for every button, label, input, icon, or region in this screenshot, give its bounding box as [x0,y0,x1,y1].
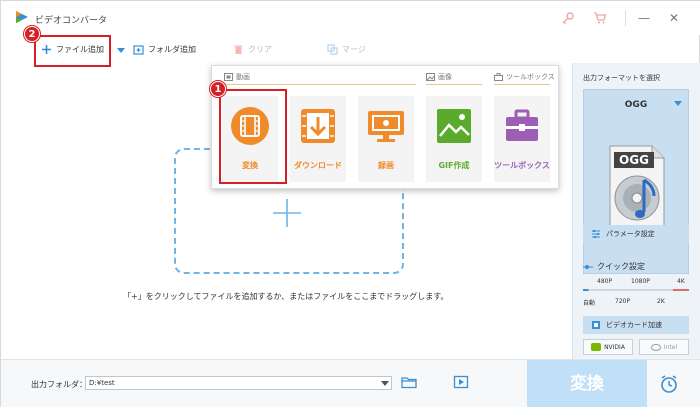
category-video-underline [224,84,416,85]
tile-record[interactable]: 録画 [358,96,414,182]
cart-icon[interactable] [593,11,607,25]
category-toolbox-underline [494,84,550,85]
key-icon[interactable] [561,11,575,25]
tile-gif-maker[interactable]: GIF作成 [426,96,482,182]
clear-label: クリア [248,44,272,54]
output-browse-icon[interactable] [453,375,469,389]
merge-button[interactable]: マージ [327,41,366,57]
tile-toolbox-label: ツールボックス [494,161,550,170]
highlight-add-file [34,35,111,67]
download-icon [301,109,335,143]
parameter-settings-button[interactable]: パラメータ設定 [583,225,689,243]
category-image-underline [426,84,482,85]
intel-logo-icon [650,343,661,351]
quality-4k: 4K [677,278,685,285]
gpu-acceleration-label: ビデオカード加速 [606,321,662,329]
gpu-icon [592,321,600,329]
quality-2k: 2K [657,298,665,305]
tile-gif-maker-label: GIF作成 [438,161,470,170]
trash-icon [234,45,243,54]
nvidia-label: NVIDIA [604,343,625,351]
app-window: ビデオコンバータ — ✕ ファイル追加 フォルダ追加 クリア マージ 「+」をク… [0,0,700,407]
format-dropdown-icon[interactable] [674,101,682,106]
add-folder-button[interactable]: フォルダ追加 [133,41,196,57]
app-title: ビデオコンバータ [35,16,108,26]
video-category-icon [224,73,233,81]
quality-480p: 480P [597,278,613,285]
category-video-label: 動画 [236,73,250,81]
app-logo-icon [16,11,28,23]
gif-image-icon [437,109,471,143]
tile-toolbox[interactable]: ツールボックス [494,96,550,182]
category-video: 動画 [224,72,250,82]
tile-download-label: ダウンロード [294,161,342,170]
format-name: OGG [624,100,648,110]
step-badge-1: 1 [210,81,226,97]
quick-settings-text: クイック設定 [597,262,645,271]
nvidia-chip[interactable]: NVIDIA [583,339,633,355]
convert-button[interactable]: 変換 [527,360,647,407]
title-divider [625,10,626,26]
merge-label: マージ [342,44,366,54]
intel-label: Intel [663,343,678,351]
clear-button[interactable]: クリア [233,41,272,57]
minimize-button[interactable]: — [635,9,653,27]
sliders-icon [592,230,600,238]
image-category-icon [426,73,435,81]
alarm-clock-icon[interactable] [659,374,679,394]
add-folder-label: フォルダ追加 [148,44,196,54]
folder-add-icon [133,44,144,55]
merge-icon [327,43,338,55]
format-selector[interactable]: OGG OGG [583,89,689,274]
open-folder-icon[interactable] [401,375,417,389]
close-button[interactable]: ✕ [665,9,683,27]
output-format-title: 出力フォーマットを選択 [583,74,660,82]
nvidia-logo-icon [591,343,602,351]
category-image: 画像 [426,72,452,82]
output-folder-label: 出力フォルダ： [31,380,87,389]
toolbox-icon [506,109,538,141]
gpu-acceleration-button[interactable]: ビデオカード加速 [583,316,689,334]
add-file-dropdown-icon[interactable] [117,48,125,53]
highlight-convert-tile [219,89,287,184]
quality-720p: 720P [615,298,631,305]
quality-auto: 自動 [583,300,596,307]
category-toolbox: ツールボックス [494,72,555,82]
tile-record-label: 録画 [378,161,394,170]
drop-hint-text: 「+」をクリックしてファイルを追加するか、またはファイルをここまでドラッグします… [123,292,449,301]
bottom-bar: 出力フォルダ： D:¥test 変換 [1,359,700,407]
output-format-panel: 出力フォーマットを選択 OGG OGG パラメータ設定 クイック設定 480P … [572,63,700,359]
tile-download[interactable]: ダウンロード [290,96,346,182]
quick-settings-icon [583,264,593,269]
quality-slider[interactable] [583,289,689,291]
ogg-art-label: OGG [619,153,649,167]
screen-record-icon [368,111,404,142]
toolbox-category-icon [494,73,503,81]
parameter-settings-label: パラメータ設定 [606,230,655,238]
output-folder-dropdown-icon[interactable] [381,381,389,386]
quick-settings-label: クイック設定 [583,261,645,272]
output-folder-input[interactable]: D:¥test [85,376,392,390]
add-plus-icon[interactable] [271,197,303,229]
category-image-label: 画像 [438,73,452,81]
intel-chip[interactable]: Intel [639,339,689,355]
title-bar: ビデオコンバータ — ✕ [1,1,700,35]
step-badge-2: 2 [24,26,40,42]
quality-1080p: 1080P [631,278,650,285]
category-toolbox-label: ツールボックス [506,73,555,81]
